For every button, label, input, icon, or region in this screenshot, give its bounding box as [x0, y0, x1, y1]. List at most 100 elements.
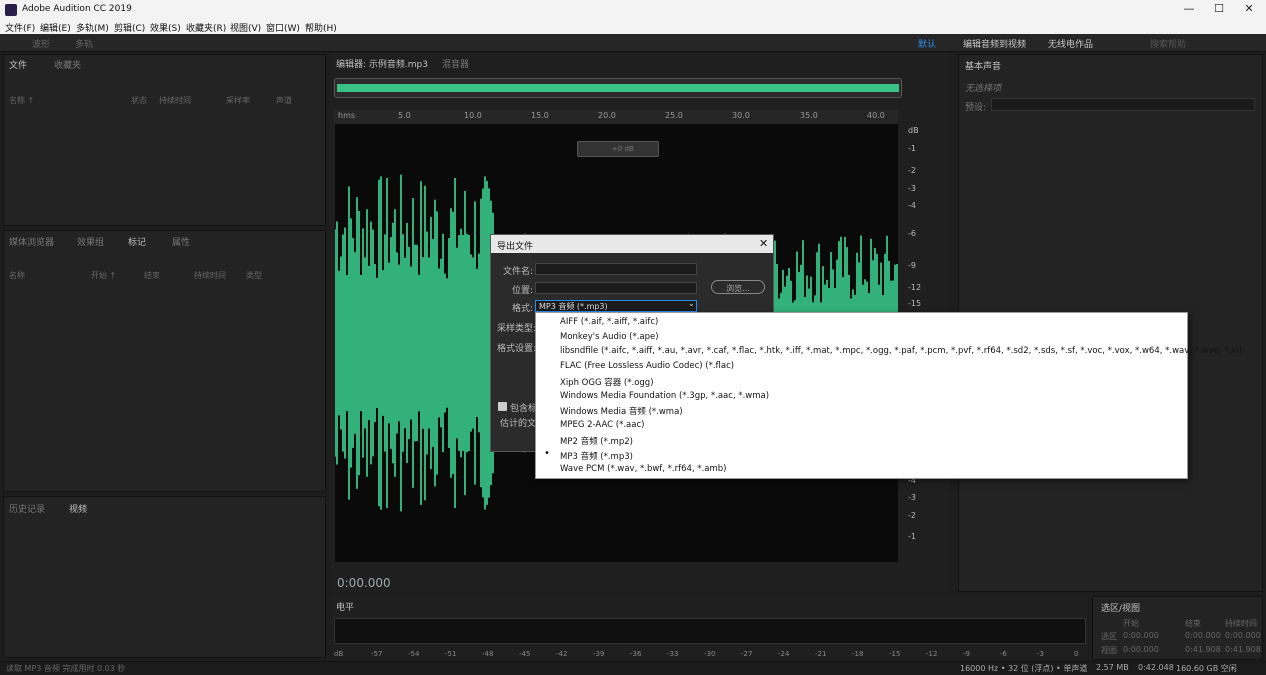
db-tick: -3	[908, 184, 916, 193]
hud-gain[interactable]: +0 dB	[577, 141, 659, 157]
level-scale-label: dB	[334, 650, 344, 658]
multitrack-button[interactable]: 多轨	[75, 37, 93, 50]
tab-levels[interactable]: 电平	[336, 600, 354, 613]
overview-waveform[interactable]	[334, 78, 902, 98]
db-tick: -1	[908, 144, 916, 153]
menu-multitrack[interactable]: 多轨(M)	[76, 21, 109, 34]
dialog-title: 导出文件	[497, 242, 534, 252]
workspace-edit-video[interactable]: 编辑音频到视频	[963, 37, 1026, 50]
format-option[interactable]: libsndfile (*.aifc, *.aiff, *.au, *.avr,…	[560, 346, 1242, 356]
menu-file[interactable]: 文件(F)	[5, 21, 35, 34]
include-checkbox[interactable]	[498, 402, 507, 411]
tab-history[interactable]: 历史记录	[9, 502, 45, 515]
dialog-close-icon[interactable]: ✕	[759, 237, 768, 250]
level-scale-label: -21	[815, 650, 827, 658]
tab-files[interactable]: 文件	[9, 58, 27, 71]
tab-properties[interactable]: 属性	[172, 235, 190, 248]
level-scale-label: -36	[630, 650, 642, 658]
col-start[interactable]: 开始 ↑	[91, 270, 116, 281]
sel-start[interactable]: 0:00.000	[1123, 631, 1159, 640]
location-label: 位置:	[511, 286, 533, 296]
db-unit: dB	[908, 126, 919, 135]
workspace-radio[interactable]: 无线电作品	[1048, 37, 1093, 50]
view-start[interactable]: 0:00.000	[1123, 645, 1159, 654]
format-option[interactable]: AIFF (*.aif, *.aiff, *.aifc)	[560, 317, 658, 327]
db-tick: -15	[908, 299, 922, 308]
format-option[interactable]: MPEG 2-AAC (*.aac)	[560, 420, 644, 430]
menu-bar: 文件(F) 编辑(E) 多轨(M) 剪辑(C) 效果(S) 收藏夹(R) 视图(…	[0, 20, 1266, 34]
menu-view[interactable]: 视图(V)	[230, 21, 261, 34]
status-duration: 0:42.048	[1138, 663, 1174, 672]
row-label: 选区	[1101, 632, 1117, 641]
include-label: 包含标	[510, 404, 538, 414]
db-tick: -2	[908, 511, 916, 520]
level-scale-label: -42	[556, 650, 568, 658]
location-select[interactable]	[535, 282, 697, 294]
format-option[interactable]: MP2 音频 (*.mp2)	[560, 435, 633, 447]
minimize-button[interactable]: —	[1174, 2, 1204, 18]
tab-favorites[interactable]: 收藏夹	[54, 58, 81, 71]
workspace-default[interactable]: 默认	[918, 37, 936, 50]
col-type[interactable]: 类型	[246, 270, 262, 281]
col-name[interactable]: 名称 ↑	[9, 95, 34, 106]
level-scale-label: -3	[1037, 650, 1044, 658]
col-channels[interactable]: 声道	[276, 95, 292, 106]
tab-essential-sound[interactable]: 基本声音	[965, 59, 1001, 72]
level-scale-label: -54	[408, 650, 420, 658]
tab-selection-view[interactable]: 选区/视图	[1101, 601, 1140, 614]
db-tick: -1	[908, 532, 916, 541]
menu-favorites[interactable]: 收藏夹(R)	[186, 21, 226, 34]
menu-effects[interactable]: 效果(S)	[150, 21, 181, 34]
col-duration[interactable]: 持续时间	[194, 270, 226, 281]
sel-dur[interactable]: 0:00.000	[1225, 631, 1261, 640]
close-button[interactable]: ✕	[1234, 2, 1264, 18]
dialog-titlebar: 导出文件 ✕	[491, 235, 773, 253]
col-name[interactable]: 名称	[9, 270, 25, 281]
ruler-label: hms	[338, 111, 356, 120]
format-option-selected[interactable]: MP3 音频 (*.mp3)	[560, 450, 633, 462]
search-help-input[interactable]: 搜索帮助	[1150, 37, 1186, 50]
view-end[interactable]: 0:41.908	[1185, 645, 1221, 654]
menu-edit[interactable]: 编辑(E)	[40, 21, 71, 34]
time-ruler[interactable]: hms 5.0 10.0 15.0 20.0 25.0 30.0 35.0 40…	[334, 110, 898, 124]
status-format: 16000 Hz • 32 位 (浮点) • 单声道	[960, 664, 1088, 673]
preset-select[interactable]	[991, 98, 1255, 111]
browse-button[interactable]: 浏览...	[711, 280, 765, 294]
level-scale-label: -12	[926, 650, 938, 658]
level-meter	[334, 618, 1086, 644]
menu-clip[interactable]: 剪辑(C)	[114, 21, 145, 34]
col-status[interactable]: 状态	[131, 95, 147, 106]
tab-mixer[interactable]: 混音器	[442, 57, 469, 70]
db-tick: -6	[908, 229, 916, 238]
format-option[interactable]: Windows Media 音频 (*.wma)	[560, 405, 683, 417]
format-option[interactable]: Monkey's Audio (*.ape)	[560, 332, 659, 342]
level-scale-label: -24	[778, 650, 790, 658]
filename-input[interactable]	[535, 263, 697, 275]
format-option[interactable]: Xiph OGG 容器 (*.ogg)	[560, 376, 654, 388]
tab-markers[interactable]: 标记	[128, 235, 146, 248]
level-scale-label: -45	[519, 650, 531, 658]
menu-window[interactable]: 窗口(W)	[266, 21, 300, 34]
col-end[interactable]: 结束	[144, 270, 160, 281]
db-tick: -9	[908, 261, 916, 270]
menu-help[interactable]: 帮助(H)	[305, 21, 337, 34]
tab-video[interactable]: 视频	[69, 502, 87, 515]
level-scale-label: -51	[445, 650, 457, 658]
ruler-label: 40.0	[867, 111, 885, 120]
tab-media-browser[interactable]: 媒体浏览器	[9, 235, 54, 248]
col-duration[interactable]: 持续时间	[159, 95, 191, 106]
tab-editor[interactable]: 编辑器: 示例音频.mp3	[336, 57, 428, 70]
maximize-button[interactable]: ☐	[1204, 2, 1234, 18]
waveform-button[interactable]: 波形	[32, 37, 50, 50]
view-dur[interactable]: 0:41.908	[1225, 645, 1261, 654]
format-option[interactable]: Wave PCM (*.wav, *.bwf, *.rf64, *.amb)	[560, 464, 727, 474]
format-select[interactable]: MP3 音频 (*.mp3)	[535, 300, 697, 312]
col-samplerate[interactable]: 采样率	[226, 95, 250, 106]
format-option[interactable]: FLAC (Free Lossless Audio Codec) (*.flac…	[560, 361, 734, 371]
level-scale-label: -9	[963, 650, 970, 658]
format-option[interactable]: Windows Media Foundation (*.3gp, *.aac, …	[560, 391, 769, 401]
sel-end[interactable]: 0:00.000	[1185, 631, 1221, 640]
tab-effects-rack[interactable]: 效果组	[77, 235, 104, 248]
app-logo-icon	[5, 4, 17, 16]
ruler-label: 35.0	[800, 111, 818, 120]
